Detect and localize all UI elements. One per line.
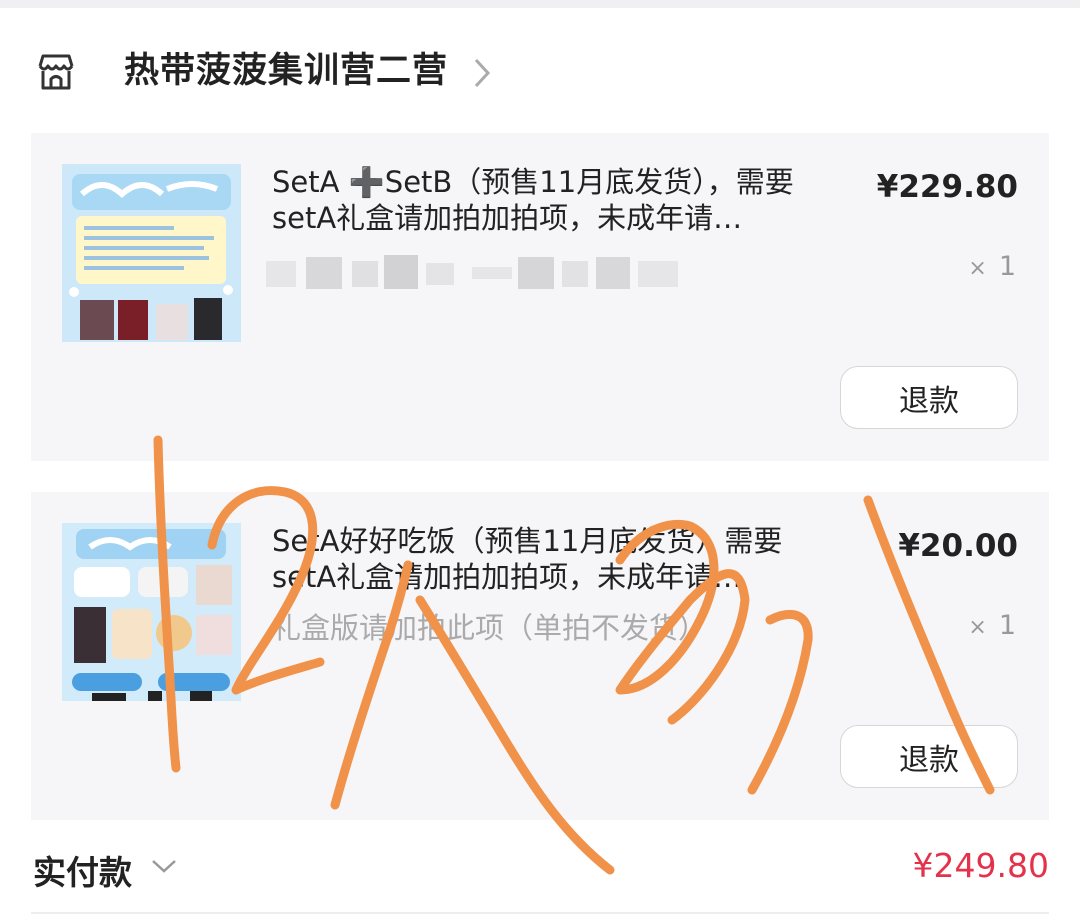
shop-name: 热带菠菠集训营二营 (124, 51, 449, 91)
times-icon: × (968, 615, 987, 640)
total-paid-row[interactable]: 实付款 ¥249.80 (0, 830, 1080, 910)
item-title: SetA ➕SetB（预售11月底发货），需要setA礼盒请加拍加拍项，未成年请… (272, 165, 794, 235)
item-quantity: × 1 (968, 251, 1016, 282)
blurred-spec (266, 255, 678, 289)
refund-button[interactable]: 退款 (840, 366, 1018, 429)
top-strip (0, 0, 1080, 8)
shop-icon (38, 54, 74, 90)
item-spec: 礼盒版请加拍此项（单拍不发货） (272, 611, 708, 645)
quantity-value: 1 (998, 251, 1016, 282)
item-quantity: × 1 (968, 610, 1016, 641)
shop-header[interactable]: 热带菠菠集训营二营 (0, 20, 1080, 120)
order-item-card[interactable]: SetA好好吃饭（预售11月底发货）需要setA礼盒请加拍加拍项，未成年请… 礼… (31, 492, 1049, 820)
quantity-value: 1 (998, 610, 1016, 641)
product-thumbnail[interactable] (62, 523, 241, 701)
divider (31, 912, 1049, 914)
item-price: ¥229.80 (876, 169, 1018, 205)
total-paid-amount: ¥249.80 (912, 846, 1049, 885)
total-paid-label: 实付款 (33, 853, 132, 892)
item-price: ¥20.00 (898, 528, 1018, 564)
chevron-down-icon[interactable] (150, 856, 178, 876)
refund-button[interactable]: 退款 (840, 725, 1018, 788)
times-icon: × (968, 256, 987, 281)
product-thumbnail[interactable] (62, 164, 241, 342)
order-item-card[interactable]: SetA ➕SetB（预售11月底发货），需要setA礼盒请加拍加拍项，未成年请… (31, 133, 1049, 461)
chevron-right-icon (474, 58, 491, 88)
item-title: SetA好好吃饭（预售11月底发货）需要setA礼盒请加拍加拍项，未成年请… (272, 524, 783, 594)
